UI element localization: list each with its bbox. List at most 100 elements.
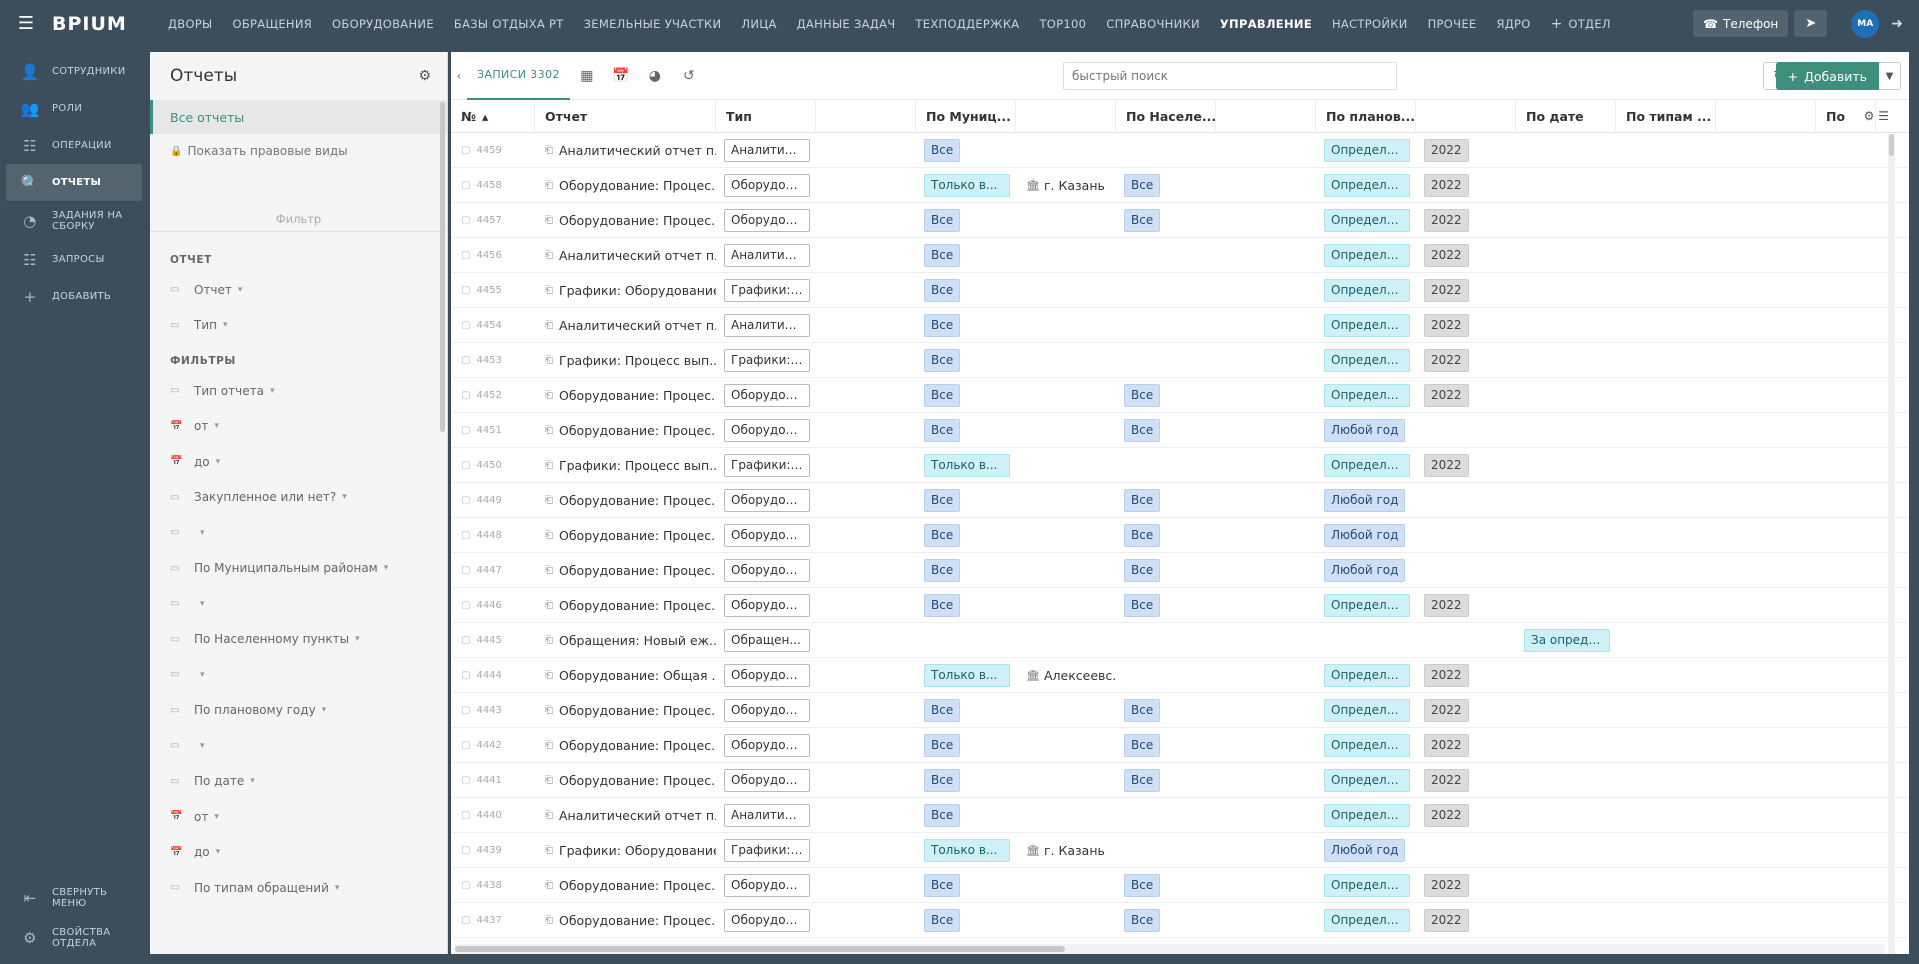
- type-cell[interactable]: Оборудов...: [716, 518, 816, 553]
- municipal-cell[interactable]: Все: [916, 203, 1016, 238]
- grid-view-icon[interactable]: ▦: [570, 68, 604, 84]
- planned-year-cell[interactable]: Определе...: [1316, 798, 1416, 833]
- table-row[interactable]: ▢ 4457 ⎗ Оборудование: Процес... Оборудов...…: [451, 203, 1909, 238]
- planned-year-cell[interactable]: Определе...: [1316, 308, 1416, 343]
- settlement-cell[interactable]: Все: [1116, 203, 1216, 238]
- filter-field[interactable]: 📅 до ▾: [150, 444, 447, 480]
- settlement-cell[interactable]: [1116, 448, 1216, 483]
- column-header[interactable]: [1216, 99, 1316, 133]
- place-cell[interactable]: [1016, 553, 1116, 588]
- table-row[interactable]: ▢ 4441 ⎗ Оборудование: Процес... Оборудов...…: [451, 763, 1909, 798]
- place-cell[interactable]: [1016, 483, 1116, 518]
- planned-year-cell[interactable]: Определе...: [1316, 238, 1416, 273]
- filter-field[interactable]: ▭ Тип отчета ▾: [150, 373, 447, 409]
- year-cell[interactable]: 2022: [1416, 763, 1516, 798]
- report-cell[interactable]: ⎗ Оборудование: Процес...: [535, 553, 716, 588]
- municipal-cell[interactable]: Все: [916, 378, 1016, 413]
- year-cell[interactable]: [1416, 623, 1516, 658]
- topnav-item[interactable]: ТЕХПОДДЕРЖКА: [915, 17, 1019, 31]
- report-cell[interactable]: ⎗ Оборудование: Процес...: [535, 168, 716, 203]
- filter-field[interactable]: 📅 до ▾: [150, 835, 447, 871]
- table-row[interactable]: ▢ 4446 ⎗ Оборудование: Процес... Оборудов...…: [451, 588, 1909, 623]
- history-icon[interactable]: ↺: [672, 68, 706, 84]
- year-cell[interactable]: 2022: [1416, 588, 1516, 623]
- place-cell[interactable]: 🏛 г. Казань: [1016, 168, 1116, 203]
- date-cell[interactable]: [1516, 658, 1616, 693]
- year-cell[interactable]: 2022: [1416, 693, 1516, 728]
- filter-field[interactable]: ▭ По Населенному пункты ▾: [150, 622, 447, 658]
- report-cell[interactable]: ⎗ Оборудование: Общая ...: [535, 658, 716, 693]
- place-cell[interactable]: [1016, 518, 1116, 553]
- report-cell[interactable]: ⎗ Графики: Оборудование: [535, 833, 716, 868]
- table-row[interactable]: ▢ 4455 ⎗ Графики: Оборудование Графики: ... В…: [451, 273, 1909, 308]
- settlement-cell[interactable]: Все: [1116, 868, 1216, 903]
- column-header[interactable]: По Муниц...: [916, 99, 1016, 133]
- date-cell[interactable]: [1516, 238, 1616, 273]
- settlement-cell[interactable]: Все: [1116, 693, 1216, 728]
- municipal-cell[interactable]: Все: [916, 308, 1016, 343]
- type-cell[interactable]: Оборудов...: [716, 903, 816, 938]
- table-row[interactable]: ▢ 4438 ⎗ Оборудование: Процес... Оборудов...…: [451, 868, 1909, 903]
- report-cell[interactable]: ⎗ Оборудование: Процес...: [535, 763, 716, 798]
- municipal-cell[interactable]: Только в...: [916, 448, 1016, 483]
- place-cell[interactable]: [1016, 693, 1116, 728]
- year-cell[interactable]: 2022: [1416, 308, 1516, 343]
- date-cell[interactable]: [1516, 763, 1616, 798]
- table-row[interactable]: ▢ 4437 ⎗ Оборудование: Процес... Оборудов...…: [451, 903, 1909, 938]
- table-row[interactable]: ▢ 4440 ⎗ Аналитический отчет п... Аналитич..…: [451, 798, 1909, 833]
- year-cell[interactable]: [1416, 413, 1516, 448]
- year-cell[interactable]: 2022: [1416, 343, 1516, 378]
- report-cell[interactable]: ⎗ Оборудование: Процес...: [535, 868, 716, 903]
- date-cell[interactable]: [1516, 133, 1616, 168]
- year-cell[interactable]: 2022: [1416, 168, 1516, 203]
- place-cell[interactable]: [1016, 798, 1116, 833]
- planned-year-cell[interactable]: Определе...: [1316, 658, 1416, 693]
- topnav-item[interactable]: ДВОРЫ: [168, 17, 213, 31]
- municipal-cell[interactable]: [916, 623, 1016, 658]
- municipal-cell[interactable]: Все: [916, 588, 1016, 623]
- type-cell[interactable]: Оборудов...: [716, 168, 816, 203]
- date-cell[interactable]: [1516, 693, 1616, 728]
- date-cell[interactable]: [1516, 343, 1616, 378]
- planned-year-cell[interactable]: Определе...: [1316, 343, 1416, 378]
- settlement-cell[interactable]: Все: [1116, 518, 1216, 553]
- sort-arrow-up-icon[interactable]: ▴: [482, 109, 488, 124]
- column-header[interactable]: По типам ...: [1616, 99, 1716, 133]
- add-dropdown-chevron-icon[interactable]: ▼: [1879, 62, 1901, 90]
- topnav-item[interactable]: ЗЕМЕЛЬНЫЕ УЧАСТКИ: [584, 17, 722, 31]
- table-row[interactable]: ▢ 4445 ⎗ Обращения: Новый еж... Обращен... За…: [451, 623, 1909, 658]
- type-cell[interactable]: Графики: ...: [716, 448, 816, 483]
- sidebar-item[interactable]: 🔍 ОТЧЕТЫ: [6, 164, 142, 201]
- column-header[interactable]: [1716, 99, 1816, 133]
- type-cell[interactable]: Оборудов...: [716, 658, 816, 693]
- date-cell[interactable]: [1516, 378, 1616, 413]
- place-cell[interactable]: [1016, 308, 1116, 343]
- year-cell[interactable]: 2022: [1416, 903, 1516, 938]
- municipal-cell[interactable]: Все: [916, 728, 1016, 763]
- table-horizontal-scrollbar[interactable]: [455, 944, 1885, 954]
- report-cell[interactable]: ⎗ Аналитический отчет п...: [535, 238, 716, 273]
- table-row[interactable]: ▢ 4456 ⎗ Аналитический отчет п... Аналитич..…: [451, 238, 1909, 273]
- date-cell[interactable]: [1516, 518, 1616, 553]
- filter-field[interactable]: 📅 от ▾: [150, 799, 447, 835]
- column-header[interactable]: Отчет: [535, 99, 716, 133]
- settlement-cell[interactable]: Все: [1116, 168, 1216, 203]
- planned-year-cell[interactable]: Определе...: [1316, 378, 1416, 413]
- column-header[interactable]: № ▴: [451, 99, 535, 133]
- column-header[interactable]: [1416, 99, 1516, 133]
- settlement-cell[interactable]: [1116, 658, 1216, 693]
- planned-year-cell[interactable]: Определе...: [1316, 903, 1416, 938]
- type-cell[interactable]: Графики: ...: [716, 833, 816, 868]
- add-dept-plus-icon[interactable]: +: [1551, 16, 1563, 32]
- planned-year-cell[interactable]: Любой год: [1316, 553, 1416, 588]
- settlement-cell[interactable]: [1116, 308, 1216, 343]
- place-cell[interactable]: [1016, 378, 1116, 413]
- add-dept-label[interactable]: ОТДЕЛ: [1568, 17, 1610, 31]
- planned-year-cell[interactable]: Любой год: [1316, 413, 1416, 448]
- date-cell[interactable]: [1516, 448, 1616, 483]
- planned-year-cell[interactable]: Определе...: [1316, 693, 1416, 728]
- planned-year-cell[interactable]: Любой год: [1316, 833, 1416, 868]
- table-row[interactable]: ▢ 4443 ⎗ Оборудование: Процес... Оборудов...…: [451, 693, 1909, 728]
- report-cell[interactable]: ⎗ Графики: Процесс вып...: [535, 343, 716, 378]
- year-cell[interactable]: 2022: [1416, 238, 1516, 273]
